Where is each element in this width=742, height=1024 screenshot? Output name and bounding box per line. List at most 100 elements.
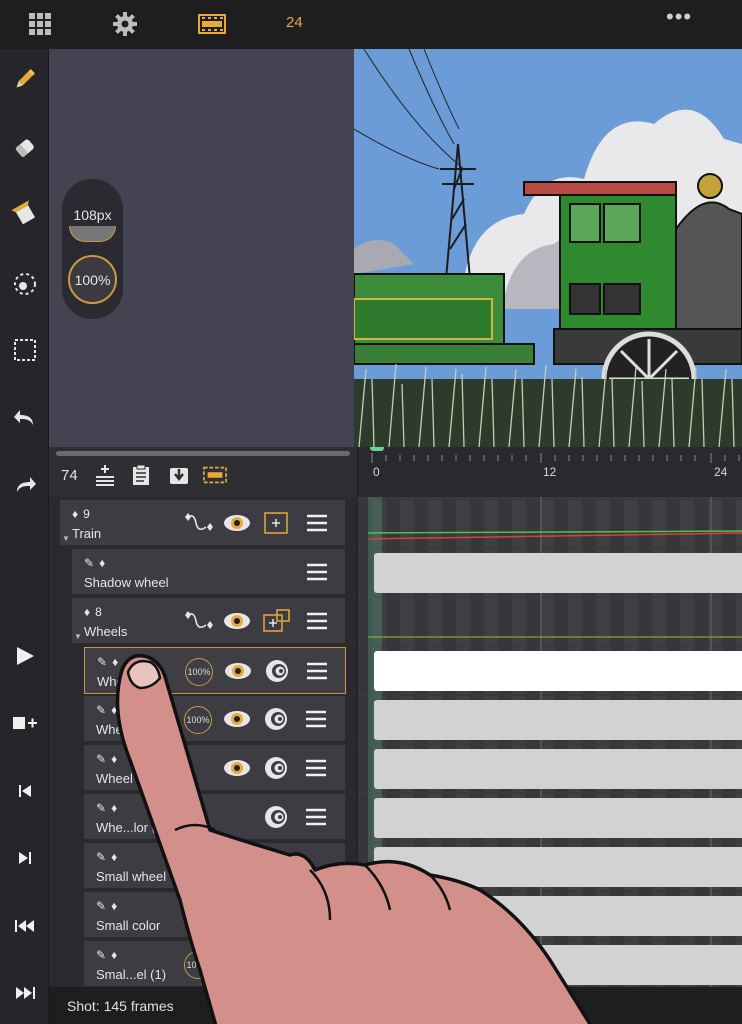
motion-path-icon[interactable]: [184, 608, 214, 634]
layer-name: Whee: [96, 722, 130, 737]
layer-opacity-badge[interactable]: 100%: [184, 706, 212, 734]
brush-opacity-dial[interactable]: 100%: [68, 255, 117, 304]
pencil-icon: ✎: [96, 703, 107, 717]
collapse-triangle-icon[interactable]: ▼: [62, 534, 70, 543]
pencil-icon[interactable]: [8, 62, 41, 95]
visibility-eye-icon[interactable]: [223, 510, 251, 536]
layer-row-small-wheel[interactable]: ✎ ♦ Small wheel: [84, 843, 345, 890]
visibility-eye-icon[interactable]: [223, 755, 251, 781]
layer-row-wheel-color[interactable]: ✎ ♦ Whe...lor (: [84, 794, 345, 841]
drawing-canvas[interactable]: [354, 49, 742, 447]
layer-menu-icon[interactable]: [304, 804, 328, 830]
layer-row-small-color[interactable]: ✎ ♦ Small color 82%: [84, 892, 345, 939]
track-bar-wheel-1[interactable]: [374, 749, 742, 789]
track-bar-wheel[interactable]: [374, 651, 742, 691]
onion-skin-icon[interactable]: [262, 706, 290, 732]
layer-opacity-badge[interactable]: 100%: [184, 951, 212, 979]
film-strip-icon[interactable]: [203, 463, 227, 487]
layer-menu-icon[interactable]: [305, 658, 329, 684]
step-back-icon[interactable]: [8, 774, 41, 807]
selection-rect-icon[interactable]: [8, 333, 41, 366]
pencil-icon: ✎: [84, 556, 95, 570]
layer-menu-icon[interactable]: [305, 559, 329, 585]
layer-opacity-badge[interactable]: 82%: [184, 902, 212, 930]
step-forward-icon[interactable]: [8, 841, 41, 874]
track-bar-small-wheel-1[interactable]: [374, 945, 742, 985]
layer-menu-icon[interactable]: [304, 755, 328, 781]
layer-row-train[interactable]: ♦ 9 Train ▼: [60, 500, 345, 547]
track-bar-shadow-wheel[interactable]: [374, 553, 742, 593]
layer-opacity-badge[interactable]: 100%: [185, 658, 213, 686]
pencil-icon: ✎: [96, 899, 107, 913]
visibility-eye-icon[interactable]: [224, 658, 252, 684]
track-bar-whee[interactable]: [374, 700, 742, 740]
layer-number: 8: [95, 605, 102, 619]
track-bar-small-wheel[interactable]: [374, 847, 742, 887]
frame-ruler[interactable]: 0 12 24: [357, 447, 742, 497]
add-frame-icon[interactable]: [8, 706, 41, 739]
pencil-icon: ✎: [96, 948, 107, 962]
shot-length-label: Shot: 145 frames: [67, 998, 174, 1014]
visibility-eye-icon[interactable]: [223, 706, 251, 732]
ruler-label-0: 0: [373, 465, 380, 479]
keyframe-diamond-icon: ♦: [72, 507, 79, 521]
layer-menu-icon[interactable]: [304, 706, 328, 732]
layer-name: Whe...lor (: [96, 820, 156, 835]
keyframe-diamond-icon: ♦: [84, 605, 91, 619]
onion-skin-icon[interactable]: [262, 755, 290, 781]
eraser-icon[interactable]: [8, 131, 41, 164]
ruler-label-12: 12: [543, 465, 557, 479]
layer-menu-icon[interactable]: [305, 608, 329, 634]
transform-box-icon[interactable]: [263, 510, 289, 536]
visibility-eye-icon[interactable]: [223, 608, 251, 634]
motion-path-icon[interactable]: [184, 510, 214, 536]
onion-skin-icon[interactable]: [262, 804, 290, 830]
track-bar-small-color[interactable]: [374, 896, 742, 936]
fill-bucket-icon[interactable]: [8, 197, 41, 230]
layer-number: 9: [83, 507, 90, 521]
layer-name: Train: [72, 526, 102, 541]
layer-row-wheels[interactable]: ♦ 8 Wheels ▼: [72, 598, 345, 645]
brush-size-dial[interactable]: [69, 226, 116, 242]
layer-name: Small wheel: [96, 869, 167, 884]
keyframe-diamond-icon: ♦: [111, 899, 118, 913]
lasso-icon[interactable]: [8, 267, 41, 300]
grid-icon[interactable]: [26, 10, 54, 38]
keyframe-diamond-icon: ♦: [111, 703, 118, 717]
top-bar: 24 •••: [0, 0, 742, 49]
layer-row-whee[interactable]: ✎ ♦ Whee 100%: [84, 696, 345, 743]
keyframe-diamond-icon: ♦: [99, 556, 106, 570]
merge-down-icon[interactable]: [167, 463, 191, 487]
collapse-triangle-icon[interactable]: ▼: [74, 632, 82, 641]
frame-rate-label[interactable]: 24: [286, 14, 303, 31]
play-icon[interactable]: [8, 639, 41, 672]
layer-name: Smal...el (1): [96, 967, 167, 982]
layer-menu-icon[interactable]: [305, 510, 329, 536]
more-icon[interactable]: •••: [666, 4, 692, 30]
jump-end-icon[interactable]: [8, 976, 41, 1009]
timeline-tracks[interactable]: [357, 497, 742, 987]
ruler-label-24: 24: [714, 465, 728, 479]
onion-skin-icon[interactable]: [262, 853, 290, 879]
brush-settings-pill: 108px 100%: [62, 179, 123, 319]
brush-size-label: 108px: [73, 207, 112, 223]
keyframe-diamond-icon: ♦: [111, 801, 118, 815]
layer-row-wheel-1[interactable]: ✎ ♦ Wheel (1: [84, 745, 345, 792]
add-layer-icon[interactable]: [93, 463, 117, 487]
nested-transform-icon[interactable]: [262, 608, 292, 634]
current-frame-number[interactable]: 74: [61, 467, 78, 484]
timeline-scrollbar[interactable]: [56, 451, 350, 456]
layer-row-wheel-selected[interactable]: ✎ ♦ Whe 100%: [84, 647, 346, 694]
onion-skin-icon[interactable]: [263, 658, 291, 684]
undo-icon[interactable]: [8, 401, 41, 434]
pencil-icon: ✎: [96, 801, 107, 815]
film-strip-icon[interactable]: [198, 10, 226, 38]
clipboard-icon[interactable]: [129, 463, 153, 487]
gear-icon[interactable]: [111, 10, 139, 38]
jump-start-icon[interactable]: [8, 909, 41, 942]
redo-icon[interactable]: [8, 468, 41, 501]
train-artwork: [354, 49, 742, 447]
layer-row-shadow-wheel[interactable]: ✎ ♦ Shadow wheel: [72, 549, 345, 596]
track-bar-wheel-color[interactable]: [374, 798, 742, 838]
layer-row-small-wheel-1[interactable]: ✎ ♦ Smal...el (1) 100%: [84, 941, 345, 987]
